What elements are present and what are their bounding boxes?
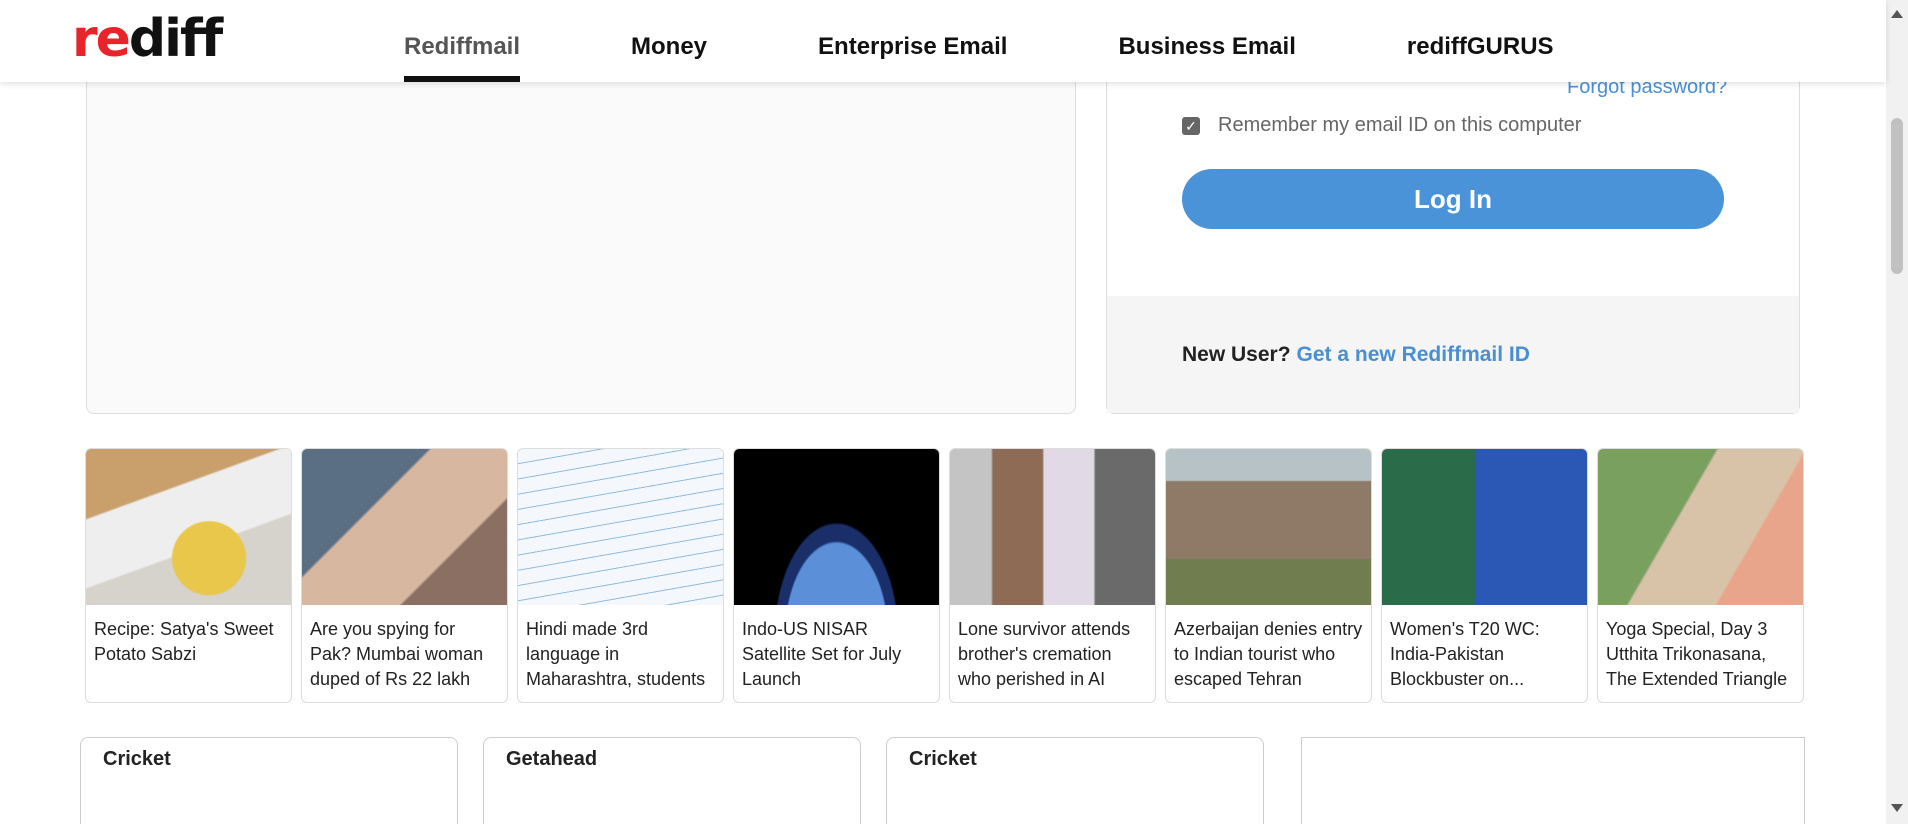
nav-business-email[interactable]: Business Email xyxy=(1118,0,1295,82)
news-thumbnail[interactable] xyxy=(302,449,507,605)
section-title[interactable]: Cricket xyxy=(887,738,1263,771)
news-card[interactable]: Indo-US NISAR Satellite Set for July Lau… xyxy=(733,448,940,703)
new-rediffmail-id-link[interactable]: Get a new Rediffmail ID xyxy=(1297,343,1530,366)
news-thumbnail[interactable] xyxy=(86,449,291,605)
news-thumbnail[interactable] xyxy=(950,449,1155,605)
news-card[interactable]: Recipe: Satya's Sweet Potato Sabzi xyxy=(85,448,292,703)
news-caption[interactable]: Azerbaijan denies entry to Indian touris… xyxy=(1166,605,1371,701)
news-card[interactable]: Are you spying for Pak? Mumbai woman dup… xyxy=(301,448,508,703)
promo-panel xyxy=(86,60,1076,414)
login-button[interactable]: Log In xyxy=(1182,169,1724,229)
news-thumbnail[interactable] xyxy=(518,449,723,605)
section-box-getahead: Getahead xyxy=(483,737,861,824)
section-title xyxy=(1302,738,1804,748)
page-scrollbar[interactable] xyxy=(1886,0,1908,824)
nav-enterprise-email[interactable]: Enterprise Email xyxy=(818,0,1007,82)
news-caption[interactable]: Are you spying for Pak? Mumbai woman dup… xyxy=(302,605,507,701)
logo-re: re xyxy=(72,9,131,69)
news-caption[interactable]: Hindi made 3rd language in Maharashtra, … xyxy=(518,605,723,701)
news-card[interactable]: Azerbaijan denies entry to Indian touris… xyxy=(1165,448,1372,703)
section-title[interactable]: Getahead xyxy=(484,738,860,771)
rediff-logo[interactable]: rediff xyxy=(72,13,223,65)
site-header: rediff Rediffmail Money Enterprise Email… xyxy=(0,0,1886,82)
news-caption[interactable]: Recipe: Satya's Sweet Potato Sabzi xyxy=(86,605,291,701)
main-nav: Rediffmail Money Enterprise Email Busine… xyxy=(404,0,1665,82)
logo-diff: diff xyxy=(128,9,223,69)
news-thumbnail[interactable] xyxy=(734,449,939,605)
new-user-row: New User? Get a new Rediffmail ID xyxy=(1182,343,1530,367)
scroll-up-arrow-icon[interactable] xyxy=(1891,10,1903,18)
section-box-ad xyxy=(1301,737,1805,824)
scroll-down-arrow-icon[interactable] xyxy=(1891,804,1903,812)
news-thumbnail[interactable] xyxy=(1382,449,1587,605)
nav-rediffmail[interactable]: Rediffmail xyxy=(404,0,521,82)
news-card[interactable]: Women's T20 WC: India-Pakistan Blockbust… xyxy=(1381,448,1588,703)
news-thumbnail[interactable] xyxy=(1598,449,1803,605)
news-card[interactable]: Lone survivor attends brother's crematio… xyxy=(949,448,1156,703)
remember-checkbox[interactable]: ✓ xyxy=(1182,116,1200,135)
news-card[interactable]: Yoga Special, Day 3 Utthita Trikonasana,… xyxy=(1597,448,1804,703)
news-strip: Recipe: Satya's Sweet Potato Sabzi Are y… xyxy=(85,448,1804,703)
news-thumbnail[interactable] xyxy=(1166,449,1371,605)
news-caption[interactable]: Lone survivor attends brother's crematio… xyxy=(950,605,1155,701)
section-box-cricket: Cricket xyxy=(80,737,458,824)
scroll-thumb[interactable] xyxy=(1891,118,1903,274)
section-title[interactable]: Cricket xyxy=(81,738,457,771)
news-card[interactable]: Hindi made 3rd language in Maharashtra, … xyxy=(517,448,724,703)
nav-money[interactable]: Money xyxy=(631,0,707,82)
new-user-label: New User? xyxy=(1182,343,1291,366)
news-caption[interactable]: Indo-US NISAR Satellite Set for July Lau… xyxy=(734,605,939,701)
news-caption[interactable]: Yoga Special, Day 3 Utthita Trikonasana,… xyxy=(1598,605,1803,701)
remember-label: Remember my email ID on this computer xyxy=(1218,114,1582,136)
section-box-cricket-2: Cricket xyxy=(886,737,1264,824)
news-caption[interactable]: Women's T20 WC: India-Pakistan Blockbust… xyxy=(1382,605,1587,701)
remember-me[interactable]: ✓ Remember my email ID on this computer xyxy=(1182,114,1581,137)
nav-rediffgurus[interactable]: rediffGURUS xyxy=(1407,0,1554,82)
